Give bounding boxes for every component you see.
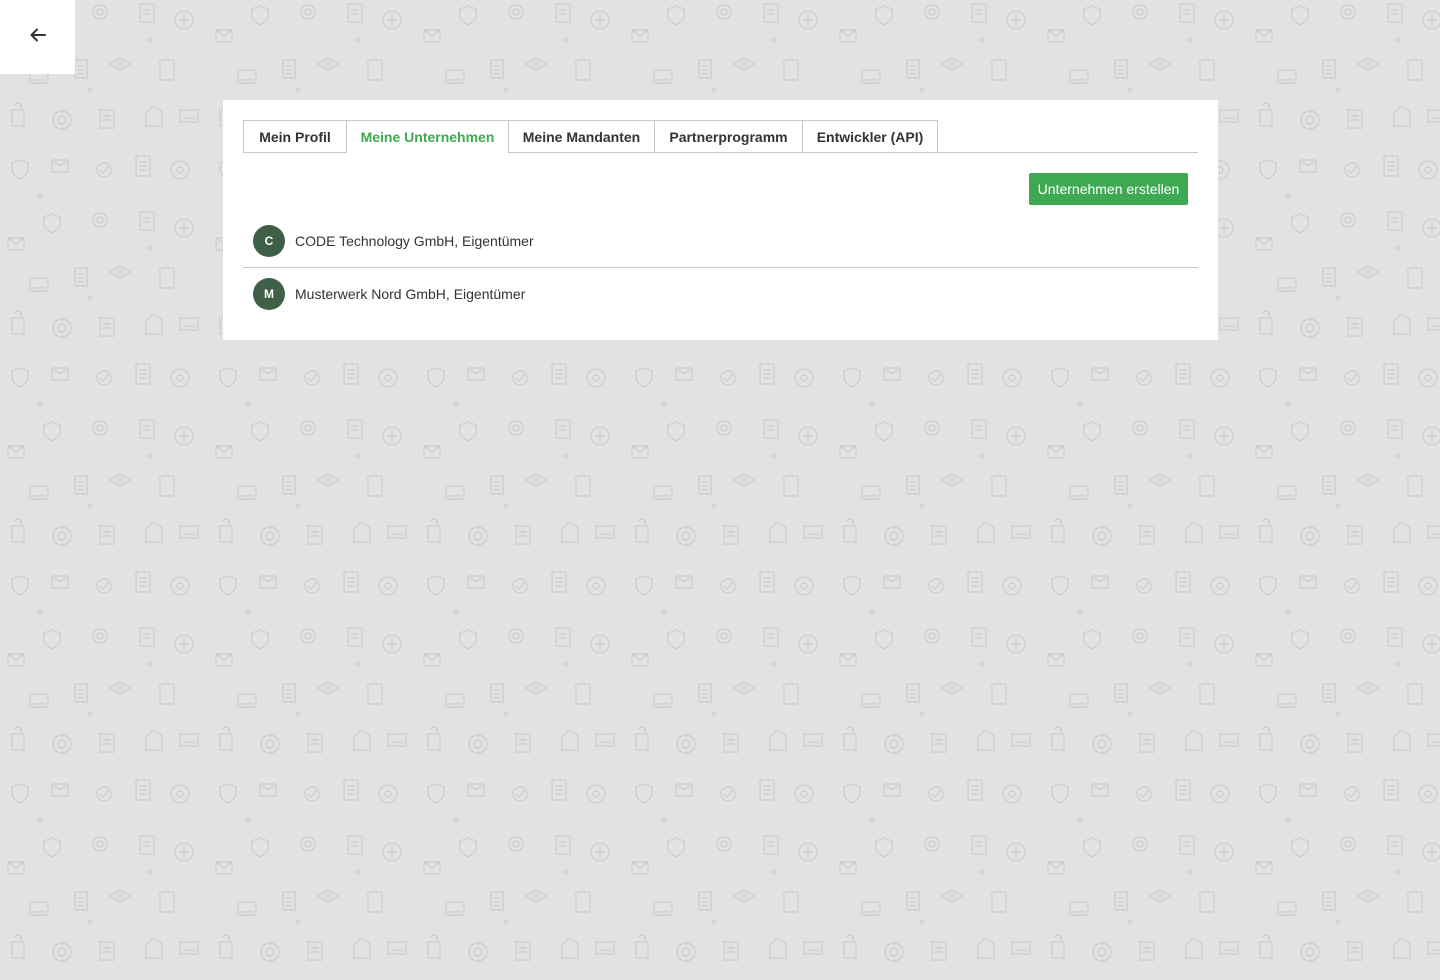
company-label: Musterwerk Nord GmbH, Eigentümer (295, 286, 526, 302)
tab-entwickler-api[interactable]: Entwickler (API) (803, 120, 938, 153)
avatar: M (253, 278, 285, 310)
company-list: C CODE Technology GmbH, Eigentümer M Mus… (243, 215, 1198, 320)
tab-mein-profil[interactable]: Mein Profil (243, 120, 347, 153)
list-item[interactable]: C CODE Technology GmbH, Eigentümer (243, 215, 1198, 268)
settings-tabs: Mein Profil Meine Unternehmen Meine Mand… (243, 120, 1198, 154)
company-label: CODE Technology GmbH, Eigentümer (295, 233, 534, 249)
list-item[interactable]: M Musterwerk Nord GmbH, Eigentümer (243, 268, 1198, 320)
tab-meine-unternehmen[interactable]: Meine Unternehmen (347, 120, 509, 154)
create-company-button[interactable]: Unternehmen erstellen (1029, 173, 1188, 205)
avatar: C (253, 225, 285, 257)
tab-partnerprogramm[interactable]: Partnerprogramm (655, 120, 803, 153)
tab-meine-mandanten[interactable]: Meine Mandanten (509, 120, 655, 153)
account-settings-card: Mein Profil Meine Unternehmen Meine Mand… (223, 100, 1218, 340)
arrow-left-icon (29, 26, 47, 49)
back-button[interactable] (0, 0, 75, 74)
